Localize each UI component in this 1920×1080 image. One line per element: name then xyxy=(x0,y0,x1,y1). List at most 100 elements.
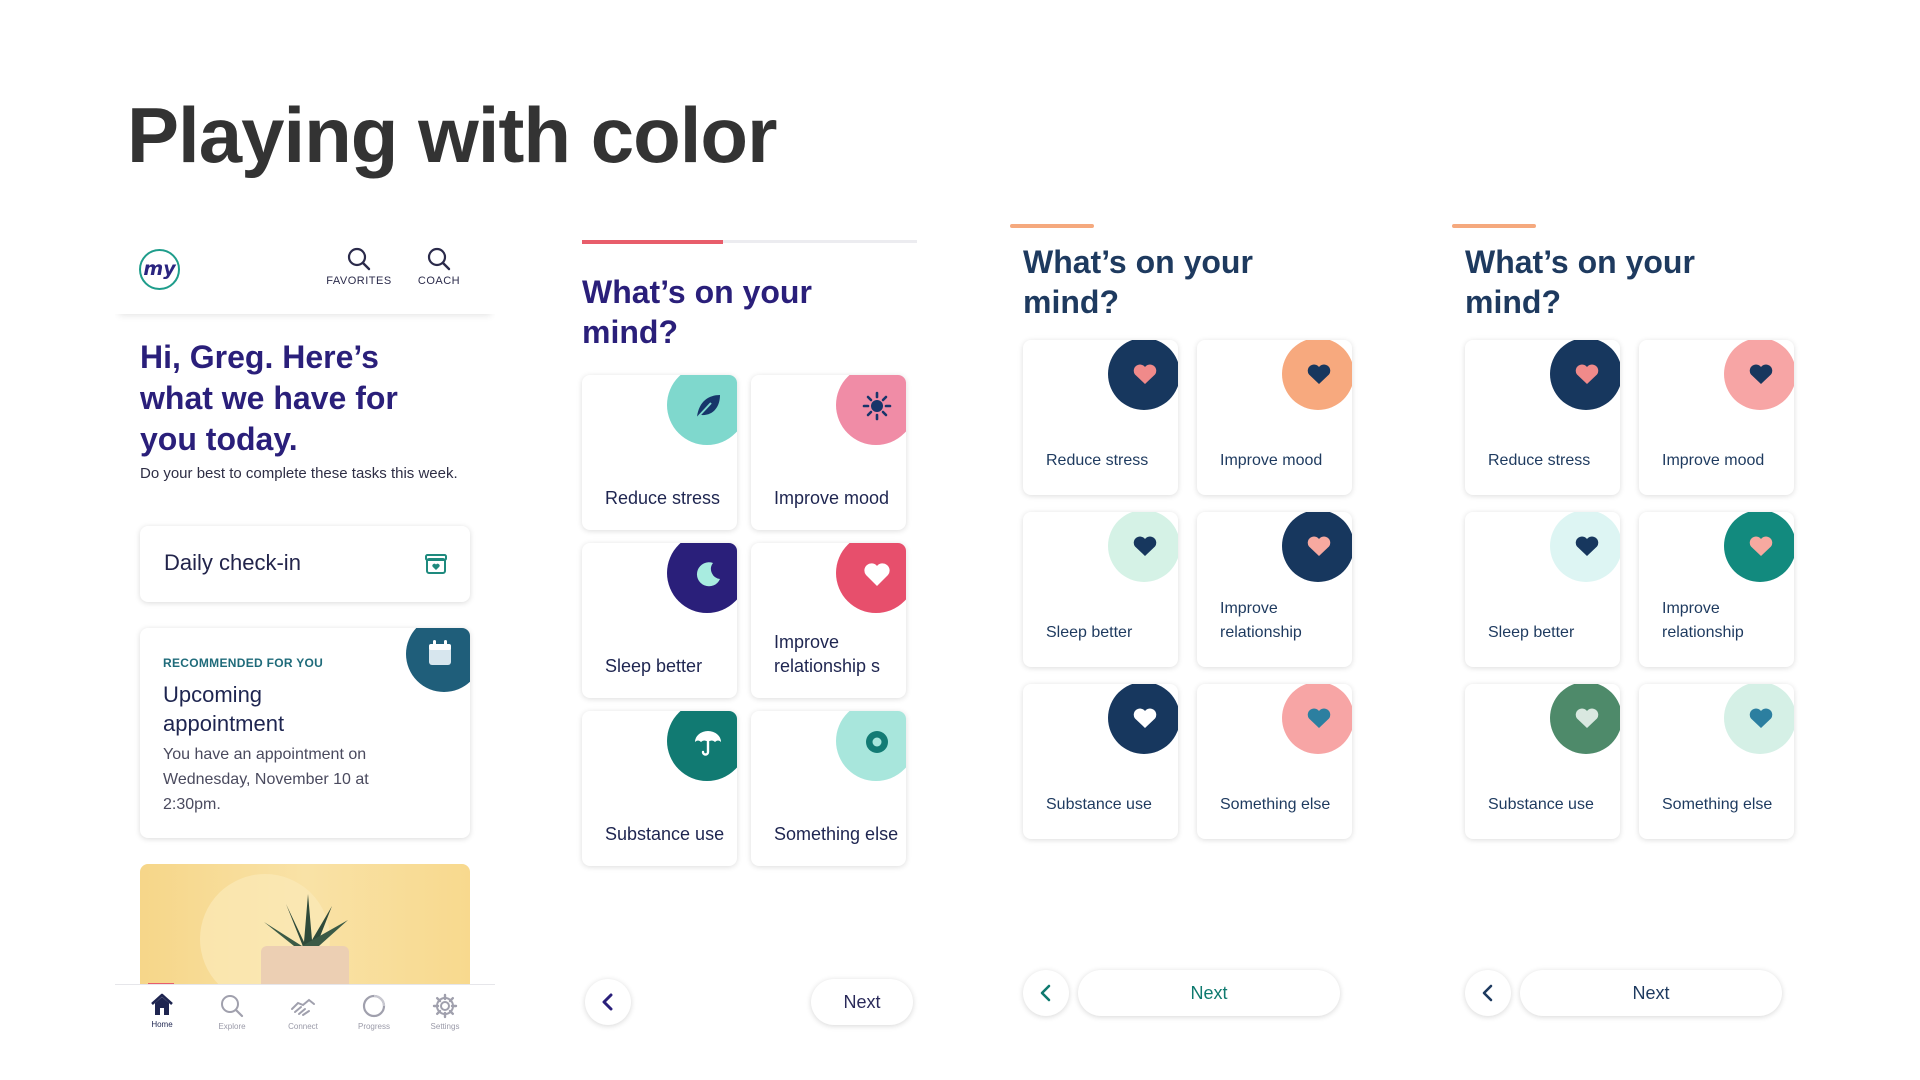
slide-title: Playing with color xyxy=(127,91,777,179)
option-card[interactable]: Reduce stress xyxy=(1465,340,1620,495)
heart-icon xyxy=(1749,536,1773,556)
screen-title: What’s on your mind? xyxy=(1465,244,1695,320)
app-header: my FAVORITES COACH xyxy=(115,230,495,314)
coach-button[interactable]: COACH xyxy=(399,246,479,287)
icon-badge xyxy=(1550,512,1620,582)
nav-explore-label: Explore xyxy=(218,1022,246,1031)
recommended-badge xyxy=(406,628,470,692)
option-label: Reduce stress xyxy=(1488,452,1591,469)
icon-badge xyxy=(667,543,737,613)
nav-settings[interactable]: Settings xyxy=(415,993,475,1031)
heart-icon xyxy=(1133,708,1157,728)
option-label: Improve relationship s xyxy=(774,632,881,676)
progress-ring-icon xyxy=(362,994,386,1018)
icon-badge xyxy=(667,375,737,445)
handshake-icon xyxy=(291,998,315,1016)
search-icon xyxy=(221,995,244,1018)
option-card[interactable]: Something else xyxy=(1197,684,1352,839)
icon-badge xyxy=(836,375,906,445)
search-icon xyxy=(427,247,451,271)
option-label: Substance use xyxy=(1046,796,1152,813)
chevron-left-icon xyxy=(602,993,613,1011)
heart-icon xyxy=(1133,364,1157,384)
option-card[interactable]: Improve relationship s xyxy=(751,543,906,698)
icon-badge xyxy=(1108,684,1178,754)
heart-icon xyxy=(1307,708,1331,728)
icon-badge xyxy=(1724,684,1794,754)
back-button[interactable] xyxy=(1023,970,1069,1016)
heart-icon xyxy=(1749,364,1773,384)
nav-explore[interactable]: Explore xyxy=(202,993,262,1031)
option-card[interactable]: Something else xyxy=(751,711,906,866)
favorites-button[interactable]: FAVORITES xyxy=(319,246,399,287)
heart-icon xyxy=(1307,536,1331,556)
next-button[interactable]: Next xyxy=(1078,970,1340,1016)
dot-icon xyxy=(866,731,888,753)
option-card[interactable]: Improve relationship xyxy=(1197,512,1352,667)
icon-badge xyxy=(667,711,737,781)
nav-home[interactable]: Home xyxy=(132,993,192,1029)
option-card[interactable]: Improve mood xyxy=(1197,340,1352,495)
next-button[interactable]: Next xyxy=(811,979,913,1025)
option-label: Sleep better xyxy=(1046,624,1133,641)
recommended-eyebrow: RECOMMENDED FOR YOU xyxy=(163,656,324,670)
option-label: Improve mood xyxy=(774,488,890,508)
option-card[interactable]: Sleep better xyxy=(1465,512,1620,667)
icon-badge xyxy=(1550,684,1620,754)
option-card[interactable]: Reduce stress xyxy=(582,375,737,530)
app-logo[interactable]: my xyxy=(139,249,180,290)
sun-icon xyxy=(862,391,892,421)
concerns-screen-2: What’s on your mind? Reduce stress Improv… xyxy=(1010,224,1352,1024)
icon-badge xyxy=(1282,512,1352,582)
leaf-icon xyxy=(696,395,720,419)
option-card[interactable]: Sleep better xyxy=(1023,512,1178,667)
option-label: Reduce stress xyxy=(1046,452,1149,469)
icon-badge xyxy=(1108,512,1178,582)
heart-icon xyxy=(1575,708,1599,728)
option-card[interactable]: Improve mood xyxy=(1639,340,1794,495)
nav-progress[interactable]: Progress xyxy=(344,993,404,1031)
screen-title: What’s on your mind? xyxy=(582,274,812,350)
home-icon xyxy=(151,993,173,1015)
nav-settings-label: Settings xyxy=(430,1022,460,1031)
option-card[interactable]: Something else xyxy=(1639,684,1794,839)
option-card[interactable]: Substance use xyxy=(1023,684,1178,839)
daily-checkin-card[interactable]: Daily check-in xyxy=(140,526,470,602)
option-label: Improve relationship xyxy=(1662,600,1744,641)
slide: Playing with color my FAVORITES COACH Hi… xyxy=(0,0,1920,1080)
icon-badge xyxy=(1724,512,1794,582)
back-button[interactable] xyxy=(585,979,631,1025)
concerns-screen-1: What’s on your mind? Reduce stress Impro… xyxy=(582,240,917,1040)
nav-connect[interactable]: Connect xyxy=(273,993,333,1031)
bottom-nav: Home Explore Connect Progress Settings xyxy=(115,984,495,1040)
option-label: Substance use xyxy=(1488,796,1594,813)
icon-badge xyxy=(1550,340,1620,410)
option-label: Sleep better xyxy=(1488,624,1575,641)
option-label: Improve relationship xyxy=(1220,600,1302,641)
option-label: Something else xyxy=(774,824,899,844)
icon-badge xyxy=(1108,340,1178,410)
chevron-left-icon xyxy=(1040,984,1051,1002)
recommended-card[interactable]: RECOMMENDED FOR YOU Upcoming appointment… xyxy=(140,628,470,838)
nav-progress-label: Progress xyxy=(357,1022,390,1031)
concerns-screen-3: What’s on your mind? Reduce stress Improv… xyxy=(1452,224,1794,1024)
option-card[interactable]: Substance use xyxy=(582,711,737,866)
umbrella-icon xyxy=(695,731,721,756)
back-button[interactable] xyxy=(1465,970,1511,1016)
progress-bar xyxy=(1452,224,1536,228)
greeting-subtitle: Do your best to complete these tasks thi… xyxy=(140,465,458,482)
next-button[interactable]: Next xyxy=(1520,970,1782,1016)
greeting-heading: Hi, Greg. Here’s what we have for you to… xyxy=(140,339,398,457)
heart-icon xyxy=(1307,364,1331,384)
icon-badge xyxy=(836,543,906,613)
option-card[interactable]: Reduce stress xyxy=(1023,340,1178,495)
icon-badge xyxy=(1724,340,1794,410)
home-screen: my FAVORITES COACH Hi, Greg. Here’s what… xyxy=(115,230,495,1040)
option-card[interactable]: Improve mood xyxy=(751,375,906,530)
calendar-icon xyxy=(429,640,451,665)
option-label: Improve mood xyxy=(1220,452,1323,469)
option-card[interactable]: Substance use xyxy=(1465,684,1620,839)
moon-icon xyxy=(696,562,720,587)
option-card[interactable]: Sleep better xyxy=(582,543,737,698)
option-card[interactable]: Improve relationship xyxy=(1639,512,1794,667)
